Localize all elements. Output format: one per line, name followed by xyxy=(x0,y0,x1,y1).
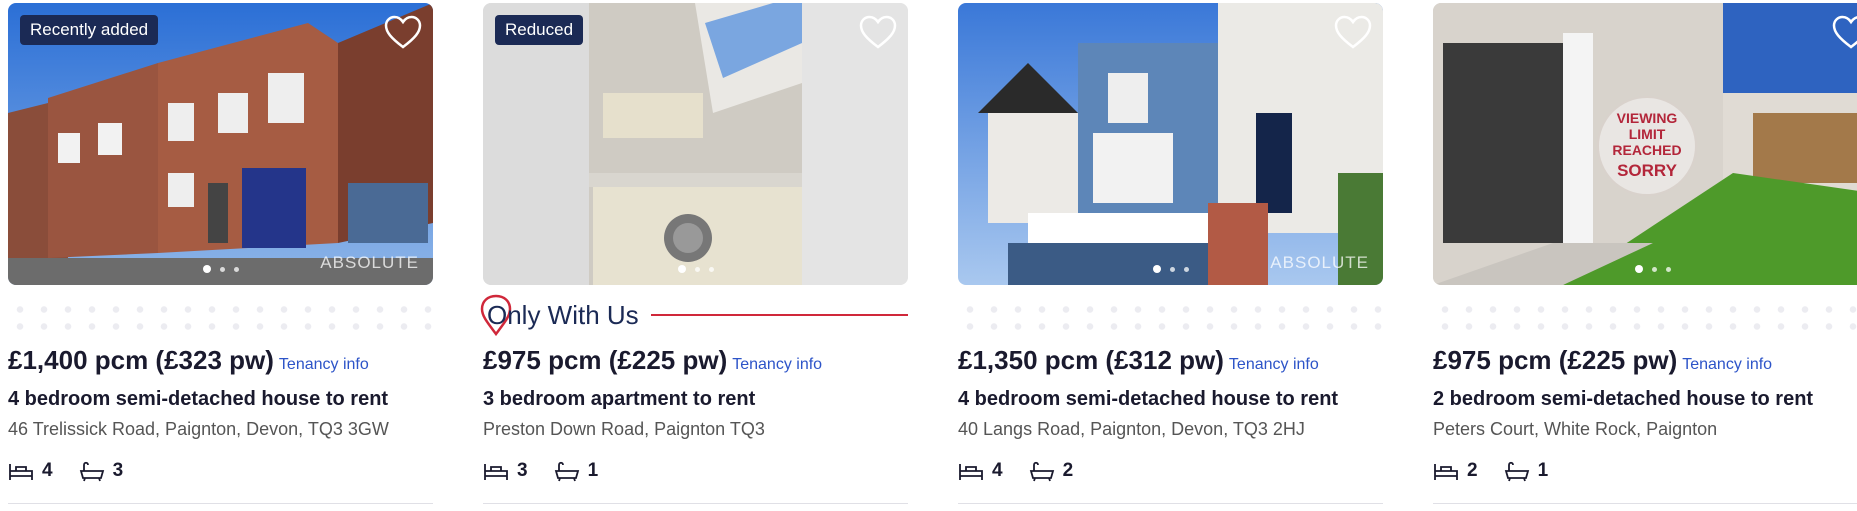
bed-icon xyxy=(9,464,33,480)
bathroom-count: 2 xyxy=(1062,460,1074,481)
property-features: 3 1 xyxy=(483,460,908,482)
bedroom-count: 4 xyxy=(42,460,53,481)
only-with-us-rule xyxy=(650,314,908,316)
card-divider xyxy=(1433,503,1857,504)
tenancy-info-link[interactable]: Tenancy info xyxy=(1682,356,1772,374)
tenancy-info-link[interactable]: Tenancy info xyxy=(1229,356,1319,374)
card-divider xyxy=(958,503,1383,504)
property-card[interactable]: Recently added ABSOLUTE £1,400 pcm (£323… xyxy=(8,3,433,508)
property-title[interactable]: 4 bedroom semi-detached house to rent xyxy=(8,388,433,411)
property-address: 46 Trelissick Road, Paignton, Devon, TQ3… xyxy=(8,419,389,439)
property-card[interactable]: ABSOLUTE £1,350 pcm (£312 pw) Tenancy in… xyxy=(958,3,1383,508)
viewing-limit-reached-sticker: VIEWING LIMIT REACHED SORRY xyxy=(1599,98,1695,194)
property-features: 4 3 xyxy=(8,460,433,482)
bedroom-count: 2 xyxy=(1467,460,1478,481)
agent-watermark: ABSOLUTE xyxy=(320,253,419,272)
bed-icon xyxy=(1434,464,1458,480)
card-divider xyxy=(483,503,908,504)
property-title[interactable]: 2 bedroom semi-detached house to rent xyxy=(1433,388,1857,411)
only-with-us-banner: Only With Us xyxy=(480,294,908,336)
viewing-limit-line: LIMIT xyxy=(1628,126,1666,142)
property-photo[interactable]: Reduced xyxy=(483,3,908,285)
bed-icon xyxy=(959,464,983,480)
photo-carousel-dots[interactable] xyxy=(1152,265,1189,273)
property-title[interactable]: 3 bedroom apartment to rent xyxy=(483,388,908,411)
bath-icon xyxy=(79,461,104,482)
bedroom-count: 3 xyxy=(517,460,528,481)
tenancy-info-link[interactable]: Tenancy info xyxy=(732,356,822,374)
property-features: 4 2 xyxy=(958,460,1383,482)
dotted-placeholder-strip xyxy=(1433,301,1857,335)
viewing-limit-sorry: SORRY xyxy=(1617,161,1677,180)
only-with-us-label: Only With Us xyxy=(487,299,639,330)
heart-outline-icon[interactable] xyxy=(1831,13,1857,53)
house-photo-image xyxy=(8,3,433,285)
viewing-limit-line: VIEWING xyxy=(1616,110,1678,126)
price: £1,350 pcm (£312 pw) xyxy=(958,345,1224,375)
house-photo-image xyxy=(958,3,1383,285)
listing-results-row: Recently added ABSOLUTE £1,400 pcm (£323… xyxy=(0,0,1857,511)
property-address: 40 Langs Road, Paignton, Devon, TQ3 2HJ xyxy=(958,419,1305,439)
bed-icon xyxy=(484,464,508,480)
bathroom-count: 1 xyxy=(587,460,599,481)
property-card[interactable]: Reduced Only With Us £975 pcm (£225 pw) … xyxy=(480,3,908,508)
property-card[interactable]: VIEWING LIMIT REACHED SORRY £975 pcm (£2… xyxy=(1433,3,1857,508)
property-title[interactable]: 4 bedroom semi-detached house to rent xyxy=(958,388,1383,411)
dotted-placeholder-strip xyxy=(8,301,433,335)
reduced-badge: Reduced xyxy=(495,15,584,45)
property-photo[interactable]: Recently added ABSOLUTE xyxy=(8,3,433,285)
price: £1,400 pcm (£323 pw) xyxy=(8,345,274,375)
dotted-placeholder-strip xyxy=(958,301,1383,335)
agent-watermark: ABSOLUTE xyxy=(1270,253,1369,272)
property-address: Preston Down Road, Paignton TQ3 xyxy=(483,419,765,439)
recently-added-badge: Recently added xyxy=(20,15,159,45)
kitchen-photo-image xyxy=(483,3,908,285)
photo-carousel-dots[interactable] xyxy=(1635,265,1671,273)
photo-carousel-dots[interactable] xyxy=(202,265,239,273)
heart-outline-icon[interactable] xyxy=(858,13,898,53)
heart-outline-icon[interactable] xyxy=(1333,13,1373,53)
bath-icon xyxy=(1029,461,1054,482)
bathroom-count: 3 xyxy=(112,460,124,481)
heart-outline-icon[interactable] xyxy=(383,13,423,53)
price: £975 pcm (£225 pw) xyxy=(483,345,728,375)
property-address: Peters Court, White Rock, Paignton xyxy=(1433,419,1718,439)
bath-icon xyxy=(554,461,579,482)
property-photo[interactable]: VIEWING LIMIT REACHED SORRY xyxy=(1433,3,1857,285)
photo-carousel-dots[interactable] xyxy=(677,265,714,273)
card-divider xyxy=(8,503,433,504)
viewing-limit-line: REACHED xyxy=(1612,142,1682,158)
bathroom-count: 1 xyxy=(1537,460,1549,481)
bath-icon xyxy=(1504,461,1529,482)
bedroom-count: 4 xyxy=(992,460,1003,481)
property-features: 2 1 xyxy=(1433,460,1857,482)
property-photo[interactable]: ABSOLUTE xyxy=(958,3,1383,285)
tenancy-info-link[interactable]: Tenancy info xyxy=(279,356,369,374)
price: £975 pcm (£225 pw) xyxy=(1433,345,1678,375)
